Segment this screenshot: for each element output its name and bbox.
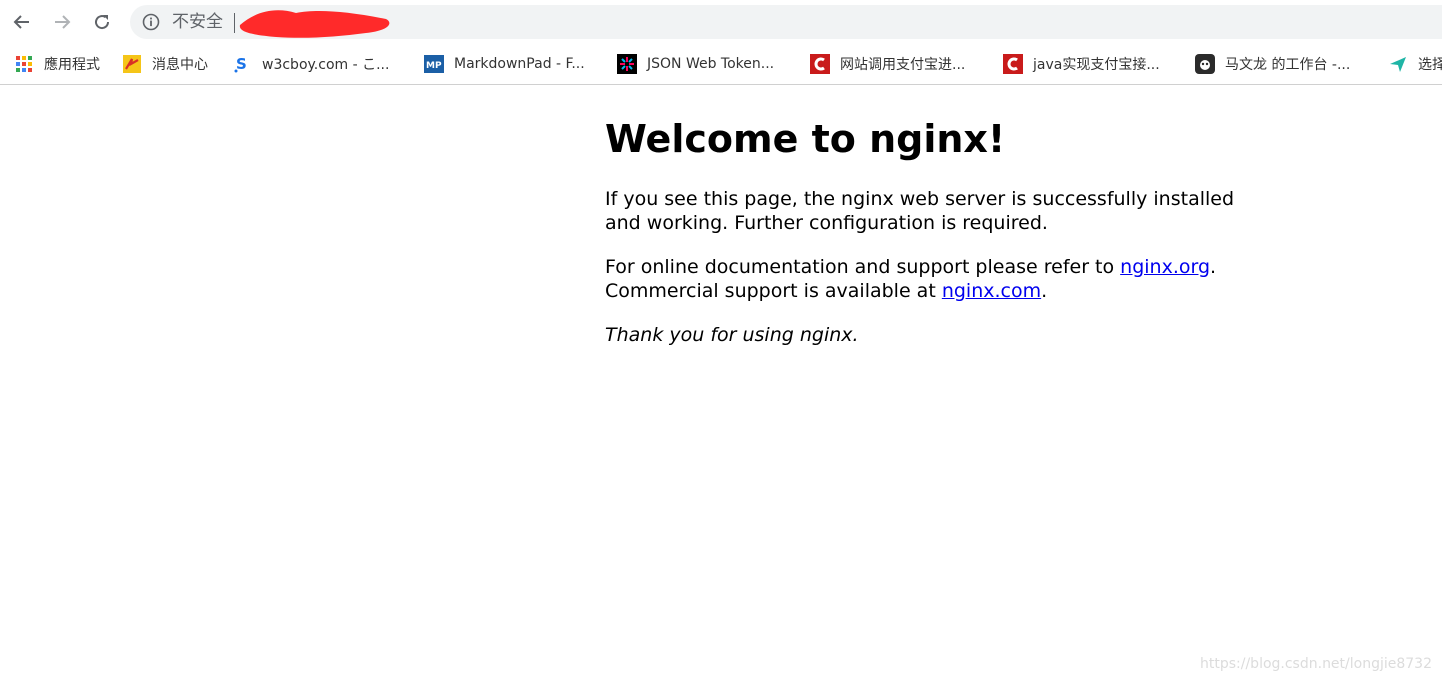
reload-button[interactable] bbox=[88, 8, 116, 36]
bookmark-select[interactable]: 选择 bbox=[1388, 52, 1442, 76]
csdn-icon bbox=[1003, 54, 1023, 74]
bookmark-markdownpad[interactable]: MP MarkdownPad - F... bbox=[424, 52, 585, 76]
intro-paragraph: If you see this page, the nginx web serv… bbox=[605, 188, 1235, 234]
bookmark-label: 消息中心 bbox=[152, 57, 208, 73]
bookmark-label: w3cboy.com - こ... bbox=[262, 57, 390, 73]
message-center-icon bbox=[122, 54, 142, 74]
page-title: Welcome to nginx! bbox=[605, 117, 1006, 161]
commercial-punct: . bbox=[1041, 280, 1048, 302]
info-icon[interactable] bbox=[142, 13, 160, 31]
address-separator bbox=[234, 13, 235, 33]
forward-button[interactable] bbox=[48, 8, 76, 36]
address-bar[interactable]: 不安全 bbox=[130, 5, 1442, 39]
nginx-org-link[interactable]: nginx.org bbox=[1120, 256, 1210, 278]
back-arrow-icon bbox=[13, 15, 29, 29]
bookmark-label: 选择 bbox=[1418, 57, 1442, 73]
bookmark-label: 马文龙 的工作台 -... bbox=[1225, 57, 1351, 73]
bookmark-alipay-article[interactable]: 网站调用支付宝进... bbox=[810, 52, 965, 76]
send-icon bbox=[1388, 54, 1408, 74]
thanks-paragraph: Thank you for using nginx. bbox=[605, 323, 1245, 347]
browser-toolbar: 不安全 bbox=[0, 0, 1442, 44]
watermark: https://blog.csdn.net/longjie8732 bbox=[1200, 656, 1432, 672]
svg-text:S: S bbox=[236, 55, 247, 73]
csdn-icon bbox=[810, 54, 830, 74]
svg-text:MP: MP bbox=[426, 61, 442, 71]
bookmark-label: MarkdownPad - F... bbox=[454, 56, 585, 72]
nginx-com-link[interactable]: nginx.com bbox=[942, 280, 1041, 302]
bookmark-workbench[interactable]: 马文龙 的工作台 -... bbox=[1195, 52, 1350, 76]
bookmark-jwt[interactable]: JSON Web Token... bbox=[617, 52, 774, 76]
bookmark-w3cboy[interactable]: S w3cboy.com - こ... bbox=[232, 52, 389, 76]
support-paragraph: For online documentation and support ple… bbox=[605, 255, 1245, 303]
support-punct: . bbox=[1210, 256, 1217, 278]
markdownpad-icon: MP bbox=[424, 54, 444, 74]
jwt-icon bbox=[617, 54, 637, 74]
bookmark-message-center[interactable]: 消息中心 bbox=[122, 52, 208, 76]
thanks-text: Thank you for using nginx. bbox=[605, 324, 859, 346]
bookmark-java-alipay[interactable]: java实现支付宝接... bbox=[1003, 52, 1160, 76]
bookmark-apps[interactable]: 應用程式 bbox=[14, 52, 100, 76]
commercial-text: Commercial support is available at bbox=[605, 280, 942, 302]
forward-arrow-icon bbox=[55, 15, 71, 29]
bookmark-label: 應用程式 bbox=[44, 57, 100, 73]
bookmark-label: JSON Web Token... bbox=[647, 56, 775, 72]
redacted-url-mark bbox=[239, 10, 390, 38]
workbench-icon bbox=[1195, 54, 1215, 74]
page-content: Welcome to nginx! If you see this page, … bbox=[605, 86, 1245, 367]
support-text: For online documentation and support ple… bbox=[605, 256, 1121, 278]
bookmark-label: java实现支付宝接... bbox=[1033, 57, 1160, 73]
apps-grid-icon bbox=[14, 54, 34, 74]
security-label: 不安全 bbox=[172, 12, 223, 32]
w3cboy-icon: S bbox=[232, 54, 252, 74]
reload-icon bbox=[95, 15, 110, 30]
bookmark-label: 网站调用支付宝进... bbox=[840, 57, 966, 73]
back-button[interactable] bbox=[8, 8, 36, 36]
bookmarks-bar: 應用程式 消息中心 S w3cboy.com - こ... MP Markdow… bbox=[0, 44, 1442, 85]
